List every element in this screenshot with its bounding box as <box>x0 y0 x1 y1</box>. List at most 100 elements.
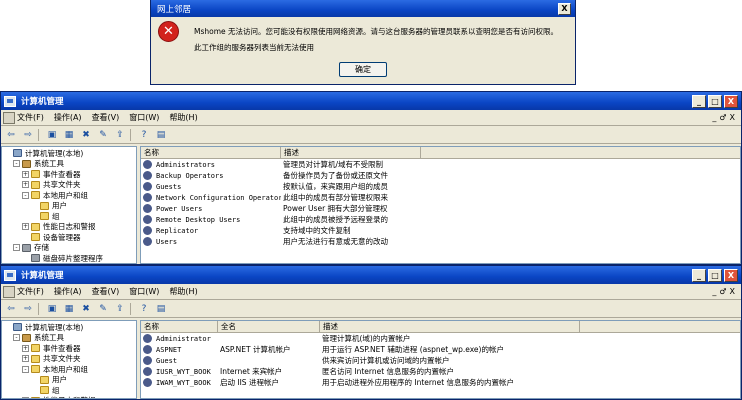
tree-node[interactable]: 计算机管理(本地) <box>2 148 136 159</box>
list-item[interactable]: Users 用户无法进行有意或无意的改动 <box>141 236 740 247</box>
list-item[interactable]: ASPNET ASP.NET 计算机帐户 用于运行 ASP.NET 辅助进程 (as… <box>141 344 740 355</box>
tree-toggle-icon[interactable]: ▦ <box>62 128 76 141</box>
child-restore-button[interactable]: ♂ <box>719 287 726 296</box>
list-item[interactable]: IWAM_WYT_BOOK 启动 IIS 进程帐户 用于启动进程外应用程序的 Int… <box>141 377 740 388</box>
help-icon[interactable]: ? <box>137 302 151 315</box>
properties-icon[interactable]: ✎ <box>96 128 110 141</box>
export-icon[interactable]: ⇪ <box>113 302 127 315</box>
export-icon[interactable]: ⇪ <box>113 128 127 141</box>
tree-node[interactable]: + 事件查看器 <box>2 343 136 354</box>
expand-icon[interactable]: + <box>22 344 29 352</box>
column-header-description[interactable]: 描述 <box>281 147 421 158</box>
expand-icon[interactable]: + <box>22 170 29 178</box>
menu-view[interactable]: 查看(V) <box>88 286 126 297</box>
list-item[interactable]: Network Configuration Operators 此组中的成员有部分… <box>141 192 740 203</box>
forward-icon[interactable]: ⇨ <box>21 302 35 315</box>
tree-node[interactable]: - 本地用户和组 <box>2 190 136 201</box>
collapse-icon[interactable]: - <box>13 334 20 342</box>
menu-help[interactable]: 帮助(H) <box>165 112 203 123</box>
close-button[interactable]: X <box>724 268 738 282</box>
tree-node-label: 组 <box>52 385 60 395</box>
list-item[interactable]: Backup Operators 备份操作员为了备份或还原文件 <box>141 170 740 181</box>
group-name: Users <box>156 237 178 246</box>
back-icon[interactable]: ⇦ <box>4 302 18 315</box>
list-item[interactable]: Administrator 管理计算机(域)的内置帐户 <box>141 333 740 344</box>
menu-window[interactable]: 窗口(W) <box>125 286 165 297</box>
maximize-button[interactable]: □ <box>708 268 722 282</box>
list-item[interactable]: Guests 按默认值，来宾跟用户组的成员 <box>141 181 740 192</box>
child-minimize-button[interactable]: _ <box>712 287 716 296</box>
collapse-icon[interactable]: - <box>22 365 29 373</box>
tree-node[interactable]: - 存储 <box>2 243 136 254</box>
maximize-button[interactable]: □ <box>708 94 722 108</box>
menu-view[interactable]: 查看(V) <box>88 112 126 123</box>
menu-file[interactable]: 文件(F) <box>3 112 50 124</box>
close-button[interactable]: X <box>724 94 738 108</box>
collapse-icon[interactable]: - <box>13 244 20 252</box>
up-folder-icon[interactable]: ▣ <box>45 128 59 141</box>
collapse-icon[interactable]: - <box>13 160 20 168</box>
column-header-name[interactable]: 名称 <box>141 321 218 332</box>
child-restore-button[interactable]: ♂ <box>719 113 726 122</box>
tree-node[interactable]: 用户 <box>2 201 136 212</box>
up-folder-icon[interactable]: ▣ <box>45 302 59 315</box>
expand-icon[interactable]: + <box>22 181 29 189</box>
tree-node[interactable]: - 系统工具 <box>2 159 136 170</box>
forward-icon[interactable]: ⇨ <box>21 128 35 141</box>
console-tree: 计算机管理(本地)-系统工具+事件查看器+共享文件夹-本地用户和组用户组+性能日… <box>1 320 137 399</box>
ok-button[interactable]: 确定 <box>339 62 387 77</box>
collapse-icon[interactable]: - <box>22 191 29 199</box>
child-minimize-button[interactable]: _ <box>712 113 716 122</box>
child-close-button[interactable]: X <box>730 113 735 122</box>
menu-bar: 文件(F) 操作(A) 查看(V) 窗口(W) 帮助(H) _ ♂ X <box>1 284 741 300</box>
tree-node[interactable]: + 事件查看器 <box>2 169 136 180</box>
tree-node[interactable]: 计算机管理(本地) <box>2 322 136 333</box>
tree-node-label: 性能日志和警报 <box>43 222 96 232</box>
tree-node[interactable]: - 本地用户和组 <box>2 364 136 375</box>
minimize-button[interactable]: _ <box>692 268 706 282</box>
tree-node[interactable]: 磁盘碎片整理程序 <box>2 253 136 263</box>
console-icon[interactable]: ▤ <box>154 302 168 315</box>
back-icon[interactable]: ⇦ <box>4 128 18 141</box>
tree-node[interactable]: + 性能日志和警报 <box>2 222 136 233</box>
column-header-description[interactable]: 描述 <box>320 321 580 332</box>
expand-icon[interactable]: + <box>22 397 29 398</box>
help-icon[interactable]: ? <box>137 128 151 141</box>
tree-node-label: 设备管理器 <box>43 232 81 242</box>
column-header-name[interactable]: 名称 <box>141 147 281 158</box>
tree-node[interactable]: + 性能日志和警报 <box>2 396 136 398</box>
list-item[interactable]: Administrators 管理员对计算机/域有不受限制 <box>141 159 740 170</box>
list-item[interactable]: Replicator 支持域中的文件复制 <box>141 225 740 236</box>
menu-help[interactable]: 帮助(H) <box>165 286 203 297</box>
properties-icon[interactable]: ✎ <box>96 302 110 315</box>
expand-icon[interactable]: + <box>22 355 29 363</box>
disk-icon <box>22 243 31 252</box>
tree-node[interactable]: - 系统工具 <box>2 333 136 344</box>
list-item[interactable]: IUSR_WYT_BOOK Internet 来宾帐户 匿名访问 Internet … <box>141 366 740 377</box>
console-icon[interactable]: ▤ <box>154 128 168 141</box>
folder-icon <box>31 233 40 242</box>
delete-icon[interactable]: ✖ <box>79 302 93 315</box>
group-icon <box>143 204 152 213</box>
minimize-button[interactable]: _ <box>692 94 706 108</box>
tree-node[interactable]: 组 <box>2 385 136 396</box>
tree-node[interactable]: 用户 <box>2 375 136 386</box>
tree-node[interactable]: + 共享文件夹 <box>2 180 136 191</box>
tree-toggle-icon[interactable]: ▦ <box>62 302 76 315</box>
menu-action[interactable]: 操作(A) <box>50 286 88 297</box>
menu-action[interactable]: 操作(A) <box>50 112 88 123</box>
list-item[interactable]: Power Users Power User 拥有大部分管理权 <box>141 203 740 214</box>
column-header-fullname[interactable]: 全名 <box>218 321 320 332</box>
menu-window[interactable]: 窗口(W) <box>125 112 165 123</box>
dialog-close-button[interactable]: X <box>558 2 571 15</box>
list-item[interactable]: Guest 供来宾访问计算机或访问域的内置帐户 <box>141 355 740 366</box>
user-fullname: 启动 IIS 进程帐户 <box>220 378 279 387</box>
expand-icon[interactable]: + <box>22 223 29 231</box>
delete-icon[interactable]: ✖ <box>79 128 93 141</box>
menu-file[interactable]: 文件(F) <box>3 286 50 298</box>
tree-node[interactable]: 设备管理器 <box>2 232 136 243</box>
tree-node[interactable]: + 共享文件夹 <box>2 354 136 365</box>
child-close-button[interactable]: X <box>730 287 735 296</box>
tree-node[interactable]: 组 <box>2 211 136 222</box>
list-item[interactable]: Remote Desktop Users 此组中的成员被授予远程登录的 <box>141 214 740 225</box>
